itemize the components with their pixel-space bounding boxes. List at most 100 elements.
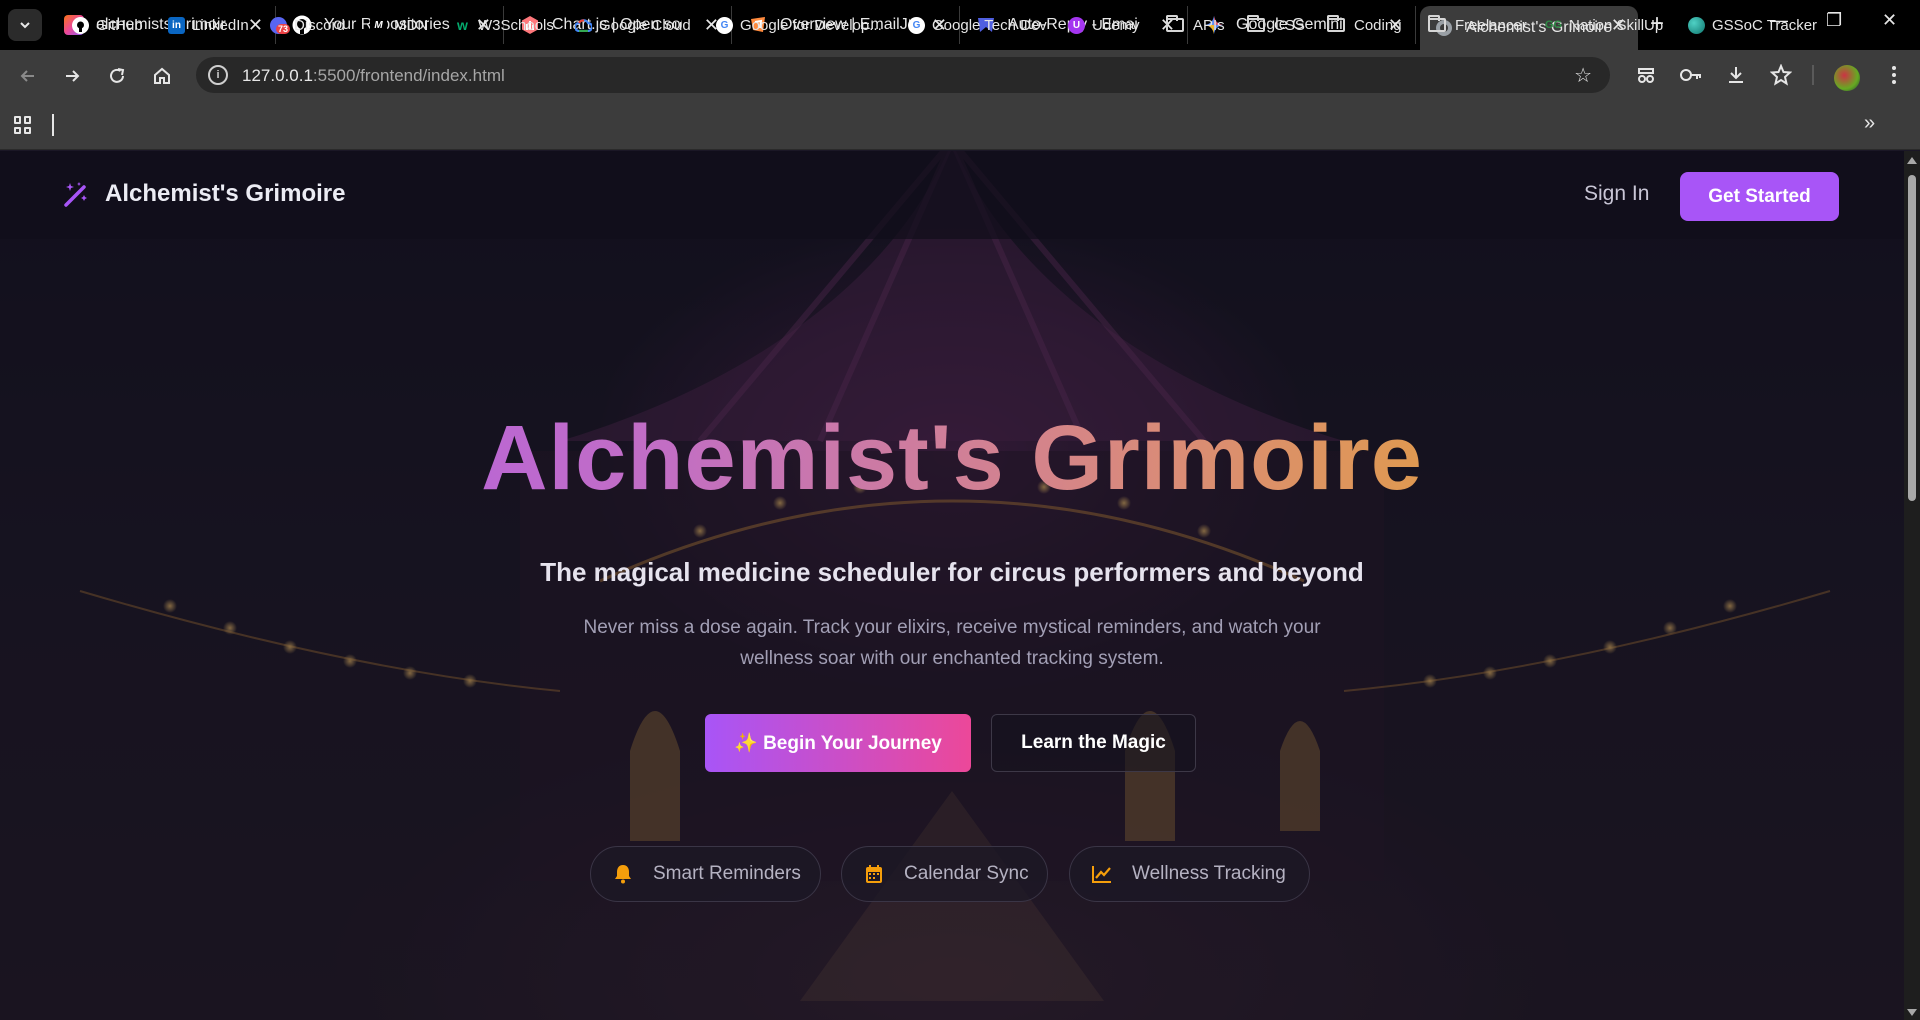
hero-subtitle: The magical medicine scheduler for circu… — [540, 557, 1364, 587]
google-icon: G — [908, 16, 925, 34]
scroll-up-arrow-icon[interactable] — [1907, 157, 1917, 164]
close-window-icon[interactable]: ✕ — [1882, 10, 1897, 31]
bookmark-label: Freelancer — [1455, 16, 1527, 34]
bookmark-mdn[interactable]: M MDN — [370, 14, 428, 36]
folder-icon — [1428, 15, 1446, 32]
bookmark-label: Google for Develop... — [740, 16, 882, 34]
feature-pill-smart-reminders: Smart Reminders — [590, 846, 821, 902]
toolbar-divider — [1812, 65, 1814, 85]
bookmark-label: GitHub — [96, 16, 143, 34]
webpage: Alchemist's Grimoire Sign In Get Started… — [0, 151, 1904, 1020]
home-button[interactable] — [148, 62, 176, 90]
tab-search-button[interactable] — [8, 9, 42, 41]
mdn-icon: M — [370, 16, 387, 34]
folder-icon — [1247, 15, 1265, 32]
discord-icon: 73 — [270, 16, 291, 34]
bookmark-label: MDN — [394, 16, 429, 34]
bookmark-nation-skillup[interactable]: GG Nation SkillUp — [1545, 14, 1663, 36]
scroll-down-arrow-icon[interactable] — [1907, 1009, 1917, 1016]
bookmark-label: LinkedIn — [192, 16, 249, 34]
incognito-icon[interactable] — [1634, 63, 1658, 87]
url-host: 127.0.0.1 — [242, 66, 313, 85]
address-bar[interactable]: i 127.0.0.1:5500/frontend/index.html ☆ — [196, 57, 1610, 93]
geeksforgeeks-icon: GG — [1544, 19, 1563, 31]
bookmark-folder-coding[interactable]: Coding — [1327, 14, 1402, 36]
folder-icon — [1327, 15, 1345, 32]
feature-label: Wellness Tracking — [1132, 863, 1286, 884]
reload-button[interactable] — [103, 62, 131, 90]
w3schools-icon: w — [457, 17, 468, 33]
reload-icon — [110, 68, 125, 83]
calendar-icon — [864, 864, 884, 884]
bookmark-google-cloud[interactable]: Google Cloud — [575, 14, 691, 36]
download-icon[interactable] — [1724, 63, 1748, 87]
google-icon: G — [716, 16, 733, 34]
google-cloud-icon — [575, 17, 592, 34]
close-icon[interactable]: ✕ — [248, 15, 263, 35]
browser-toolbar: i 127.0.0.1:5500/frontend/index.html ☆ — [0, 50, 1920, 100]
bookmark-folder-freelancer[interactable]: Freelancer — [1428, 14, 1527, 36]
bookmarks-bar — [0, 100, 1920, 150]
scrollbar-thumb[interactable] — [1908, 175, 1916, 501]
page-scrollbar[interactable] — [1904, 151, 1920, 1020]
gssoc-icon — [1688, 16, 1705, 34]
learn-magic-button[interactable]: Learn the Magic — [991, 714, 1196, 772]
restore-icon[interactable]: ❐ — [1826, 10, 1842, 31]
bookmark-label: W3Schools — [478, 16, 554, 34]
sign-in-link[interactable]: Sign In — [1584, 182, 1649, 206]
bookmarks-manager-icon[interactable] — [1769, 63, 1793, 87]
site-header: Alchemist's Grimoire Sign In Get Started — [0, 151, 1904, 239]
bookmark-google-tech-dev[interactable]: G Google Tech Dev — [908, 14, 1047, 36]
bookmark-label: Discord — [294, 16, 345, 34]
magic-wand-icon[interactable] — [62, 181, 90, 209]
bookmark-label: APIs — [1193, 16, 1225, 34]
url-text[interactable]: 127.0.0.1:5500/frontend/index.html — [242, 66, 505, 86]
linkedin-icon: in — [168, 16, 185, 34]
forward-button[interactable] — [58, 62, 86, 90]
bookmark-w3schools[interactable]: w W3Schools — [454, 14, 554, 36]
more-bookmarks-chevron-icon[interactable]: » — [1864, 112, 1875, 135]
bookmark-label: CSS — [1274, 16, 1305, 34]
bookmark-udemy[interactable]: U Udemy — [1068, 14, 1140, 36]
bookmark-label: Google Cloud — [599, 16, 691, 34]
bookmark-label: Udemy — [1092, 16, 1140, 34]
github-icon — [72, 16, 89, 34]
bell-icon — [613, 864, 633, 884]
hero-description: Never miss a dose again. Track your elix… — [583, 617, 1321, 669]
feature-pill-calendar-sync: Calendar Sync — [841, 846, 1048, 902]
get-started-button[interactable]: Get Started — [1680, 172, 1839, 221]
bookmark-label: GSSoC Tracker — [1712, 16, 1818, 34]
brand-name[interactable]: Alchemist's Grimoire — [105, 180, 345, 208]
apps-grid-icon[interactable] — [14, 116, 32, 134]
bookmark-linkedin[interactable]: in LinkedIn — [168, 14, 249, 36]
key-icon[interactable] — [1679, 63, 1703, 87]
notification-badge: 73 — [276, 23, 291, 34]
bookmark-google-for-developers[interactable]: G Google for Develop... — [716, 14, 882, 36]
feature-label: Smart Reminders — [653, 863, 801, 884]
site-info-icon[interactable]: i — [208, 65, 228, 85]
arrow-left-icon — [20, 70, 34, 82]
bookmark-label: Google Tech Dev — [932, 16, 1047, 34]
bookmark-gssoc-tracker[interactable]: GSSoC Tracker — [1688, 14, 1817, 36]
url-path: :5500/frontend/index.html — [312, 66, 505, 85]
profile-avatar[interactable] — [1834, 65, 1860, 91]
bookmark-github[interactable]: GitHub — [72, 14, 143, 36]
bookmark-folder-apis[interactable]: APIs — [1166, 14, 1225, 36]
arrow-right-icon — [66, 70, 80, 82]
menu-kebab-icon[interactable] — [1882, 63, 1906, 87]
home-icon — [154, 67, 170, 84]
chevron-down-icon — [20, 22, 30, 29]
bookmark-folder-css[interactable]: CSS — [1247, 14, 1305, 36]
back-button[interactable] — [14, 62, 42, 90]
hero-title: Alchemist's Grimoire — [0, 406, 1904, 511]
bookmark-label: Nation SkillUp — [1569, 16, 1664, 34]
bookmark-discord[interactable]: 73 Discord — [270, 14, 345, 36]
chart-line-icon — [1092, 864, 1112, 884]
folder-icon — [1166, 15, 1184, 32]
feature-pill-wellness-tracking: Wellness Tracking — [1069, 846, 1310, 902]
begin-journey-button[interactable]: ✨ Begin Your Journey — [705, 714, 971, 772]
bookmark-star-icon[interactable]: ☆ — [1574, 63, 1592, 88]
bookmark-label: Coding — [1354, 16, 1402, 34]
feature-label: Calendar Sync — [904, 863, 1029, 884]
bookmarks-divider — [52, 114, 54, 136]
